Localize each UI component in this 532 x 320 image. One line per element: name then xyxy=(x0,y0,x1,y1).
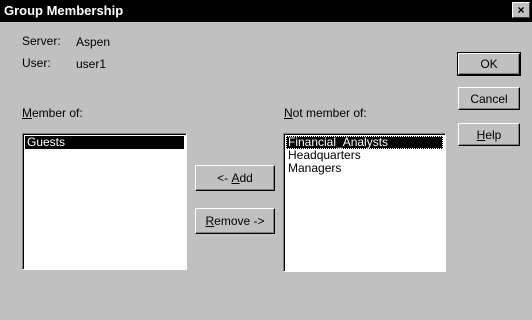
help-button-mnemonic: H xyxy=(476,127,486,142)
member-of-label-rest: ember of: xyxy=(32,106,83,120)
not-member-of-label: Not member of: xyxy=(284,106,367,120)
ok-button[interactable]: OK xyxy=(457,52,521,76)
server-value: Aspen xyxy=(76,35,111,49)
user-label: User: xyxy=(22,56,51,70)
close-button[interactable]: × xyxy=(512,2,530,18)
list-item[interactable]: Managers xyxy=(286,162,443,175)
title-bar[interactable]: Group Membership × xyxy=(0,0,532,22)
cancel-button[interactable]: Cancel xyxy=(458,87,520,110)
not-member-of-listbox[interactable]: Financial_Analysts Headquarters Managers xyxy=(283,133,446,272)
add-button-rest: dd xyxy=(239,171,253,185)
help-button-rest: elp xyxy=(485,127,502,142)
member-of-list: Guests xyxy=(25,136,184,149)
remove-button-rest: emove -> xyxy=(214,214,265,228)
ok-button-label: OK xyxy=(480,57,498,71)
remove-button-mnemonic: R xyxy=(205,214,215,228)
not-member-of-mnemonic: N xyxy=(284,106,293,120)
member-of-listbox[interactable]: Guests xyxy=(22,133,187,270)
remove-button[interactable]: Remove -> xyxy=(195,208,275,234)
add-button-prefix: <- xyxy=(217,171,232,185)
cancel-button-label: Cancel xyxy=(470,91,508,106)
user-value: user1 xyxy=(76,57,107,71)
close-icon: × xyxy=(517,3,525,17)
member-of-mnemonic: M xyxy=(22,106,32,120)
add-button[interactable]: <- Add xyxy=(195,165,275,191)
not-member-of-label-rest: ot member of: xyxy=(292,106,367,120)
list-item[interactable]: Guests xyxy=(25,136,184,149)
server-label: Server: xyxy=(22,34,61,48)
member-of-label: Member of: xyxy=(22,106,83,120)
not-member-of-list: Financial_Analysts Headquarters Managers xyxy=(286,136,443,175)
help-button[interactable]: Help xyxy=(458,123,520,146)
add-button-mnemonic: A xyxy=(231,171,240,185)
window-title: Group Membership xyxy=(4,3,124,18)
